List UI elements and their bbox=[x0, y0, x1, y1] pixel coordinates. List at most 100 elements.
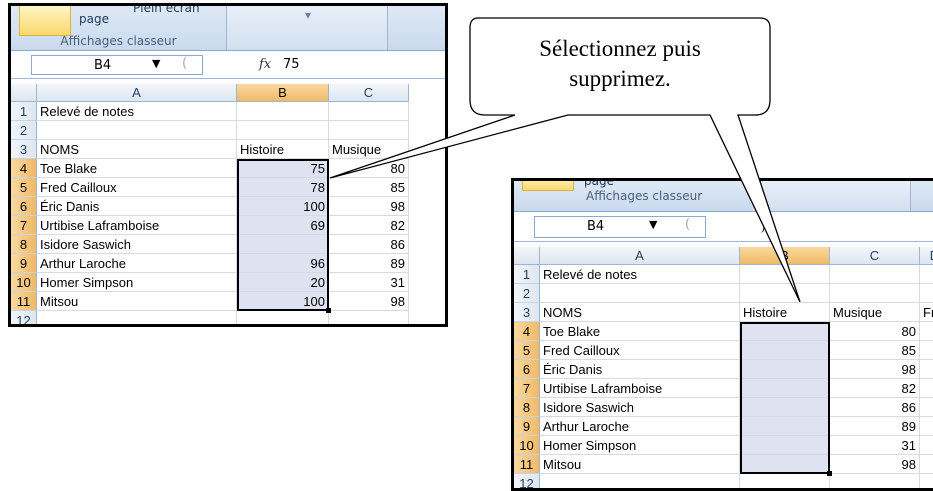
row-header[interactable]: 11 bbox=[514, 455, 540, 474]
row-header[interactable]: 8 bbox=[514, 398, 540, 417]
cell-a7[interactable]: Urtibise Laframboise bbox=[540, 379, 740, 398]
cell-d6[interactable] bbox=[920, 360, 933, 379]
row-header[interactable]: 1 bbox=[11, 102, 37, 121]
cell-c6[interactable]: 98 bbox=[830, 360, 920, 379]
cell-d12[interactable] bbox=[920, 474, 933, 488]
column-header-b[interactable]: B bbox=[740, 247, 830, 265]
cell-a12[interactable] bbox=[540, 474, 740, 488]
name-box[interactable]: B4 ▼ ( bbox=[534, 216, 706, 238]
column-header-a[interactable]: A bbox=[37, 84, 237, 102]
row-header[interactable]: 9 bbox=[514, 417, 540, 436]
cell-c3[interactable]: Musique bbox=[830, 303, 920, 322]
cell-d10[interactable] bbox=[920, 436, 933, 455]
row-header[interactable]: 2 bbox=[514, 284, 540, 303]
select-all-corner[interactable] bbox=[514, 247, 540, 265]
selection-range-b4-b11[interactable] bbox=[740, 322, 830, 474]
cell-c12[interactable] bbox=[830, 474, 920, 488]
cell-d7[interactable] bbox=[920, 379, 933, 398]
cell-b1[interactable] bbox=[237, 102, 329, 121]
cell-d11[interactable] bbox=[920, 455, 933, 474]
fx-icon[interactable]: fx bbox=[259, 57, 271, 72]
row-header[interactable]: 8 bbox=[11, 235, 37, 254]
cell-a2[interactable] bbox=[37, 121, 237, 140]
cell-c2[interactable] bbox=[830, 284, 920, 303]
cell-b1[interactable] bbox=[740, 265, 830, 284]
cell-d3[interactable]: Fr bbox=[920, 303, 933, 322]
cell-d1[interactable] bbox=[920, 265, 933, 284]
column-header-d[interactable]: D bbox=[920, 247, 933, 265]
dropdown-arrow-icon[interactable]: ▾ bbox=[305, 8, 311, 22]
row-header[interactable]: 6 bbox=[11, 197, 37, 216]
cell-c6[interactable]: 98 bbox=[329, 197, 409, 216]
cell-b12[interactable] bbox=[237, 311, 329, 324]
cell-d2[interactable] bbox=[920, 284, 933, 303]
row-header[interactable]: 4 bbox=[514, 322, 540, 341]
cell-c7[interactable]: 82 bbox=[329, 216, 409, 235]
name-box-dropdown-icon[interactable]: ▼ bbox=[649, 218, 657, 231]
cell-c7[interactable]: 82 bbox=[830, 379, 920, 398]
cell-a4[interactable]: Toe Blake bbox=[37, 159, 237, 178]
name-box-dropdown-icon[interactable]: ▼ bbox=[152, 57, 160, 70]
cell-a3[interactable]: NOMS bbox=[540, 303, 740, 322]
cell-c9[interactable]: 89 bbox=[329, 254, 409, 273]
row-header[interactable]: 3 bbox=[514, 303, 540, 322]
column-header-c[interactable]: C bbox=[830, 247, 920, 265]
row-header[interactable]: 9 bbox=[11, 254, 37, 273]
row-header[interactable]: 5 bbox=[514, 341, 540, 360]
cell-c10[interactable]: 31 bbox=[329, 273, 409, 292]
cell-c11[interactable]: 98 bbox=[329, 292, 409, 311]
cell-c12[interactable] bbox=[329, 311, 409, 324]
cell-a1[interactable]: Relevé de notes bbox=[37, 102, 237, 121]
name-box[interactable]: B4 ▼ ( bbox=[31, 55, 203, 75]
row-header[interactable]: 1 bbox=[514, 265, 540, 284]
column-header-b[interactable]: B bbox=[237, 84, 329, 102]
fill-handle[interactable] bbox=[827, 471, 832, 476]
cell-c4[interactable]: 80 bbox=[830, 322, 920, 341]
column-header-c[interactable]: C bbox=[329, 84, 409, 102]
row-header[interactable]: 6 bbox=[514, 360, 540, 379]
select-all-corner[interactable] bbox=[11, 84, 37, 102]
column-header-a[interactable]: A bbox=[540, 247, 740, 265]
cell-c8[interactable]: 86 bbox=[329, 235, 409, 254]
cell-a9[interactable]: Arthur Laroche bbox=[540, 417, 740, 436]
cell-a11[interactable]: Mitsou bbox=[540, 455, 740, 474]
cell-c8[interactable]: 86 bbox=[830, 398, 920, 417]
cell-a5[interactable]: Fred Cailloux bbox=[540, 341, 740, 360]
row-header[interactable]: 12 bbox=[11, 311, 37, 324]
cell-d4[interactable] bbox=[920, 322, 933, 341]
cell-c2[interactable] bbox=[329, 121, 409, 140]
cell-a3[interactable]: NOMS bbox=[37, 140, 237, 159]
selection-range-b4-b11[interactable] bbox=[237, 159, 329, 311]
cell-a10[interactable]: Homer Simpson bbox=[540, 436, 740, 455]
row-header[interactable]: 7 bbox=[514, 379, 540, 398]
cell-a6[interactable]: Éric Danis bbox=[37, 197, 237, 216]
cell-a8[interactable]: Isidore Saswich bbox=[37, 235, 237, 254]
cell-a4[interactable]: Toe Blake bbox=[540, 322, 740, 341]
cell-a1[interactable]: Relevé de notes bbox=[540, 265, 740, 284]
row-header[interactable]: 11 bbox=[11, 292, 37, 311]
row-header[interactable]: 5 bbox=[11, 178, 37, 197]
cell-b2[interactable] bbox=[740, 284, 830, 303]
cell-a9[interactable]: Arthur Laroche bbox=[37, 254, 237, 273]
formula-input[interactable]: 75 bbox=[283, 57, 300, 72]
cell-a8[interactable]: Isidore Saswich bbox=[540, 398, 740, 417]
fx-icon[interactable]: fx bbox=[762, 219, 774, 234]
row-header[interactable]: 4 bbox=[11, 159, 37, 178]
cancel-icon[interactable]: ( bbox=[182, 56, 187, 71]
cell-a2[interactable] bbox=[540, 284, 740, 303]
cell-b2[interactable] bbox=[237, 121, 329, 140]
cell-a7[interactable]: Urtibise Laframboise bbox=[37, 216, 237, 235]
row-header[interactable]: 2 bbox=[11, 121, 37, 140]
cell-b12[interactable] bbox=[740, 474, 830, 488]
cell-d9[interactable] bbox=[920, 417, 933, 436]
row-header[interactable]: 10 bbox=[514, 436, 540, 455]
cell-c4[interactable]: 80 bbox=[329, 159, 409, 178]
cell-c5[interactable]: 85 bbox=[329, 178, 409, 197]
cell-c1[interactable] bbox=[830, 265, 920, 284]
cell-c9[interactable]: 89 bbox=[830, 417, 920, 436]
cell-c1[interactable] bbox=[329, 102, 409, 121]
cell-a10[interactable]: Homer Simpson bbox=[37, 273, 237, 292]
fill-handle[interactable] bbox=[326, 308, 331, 313]
cell-a11[interactable]: Mitsou bbox=[37, 292, 237, 311]
cell-a12[interactable] bbox=[37, 311, 237, 324]
